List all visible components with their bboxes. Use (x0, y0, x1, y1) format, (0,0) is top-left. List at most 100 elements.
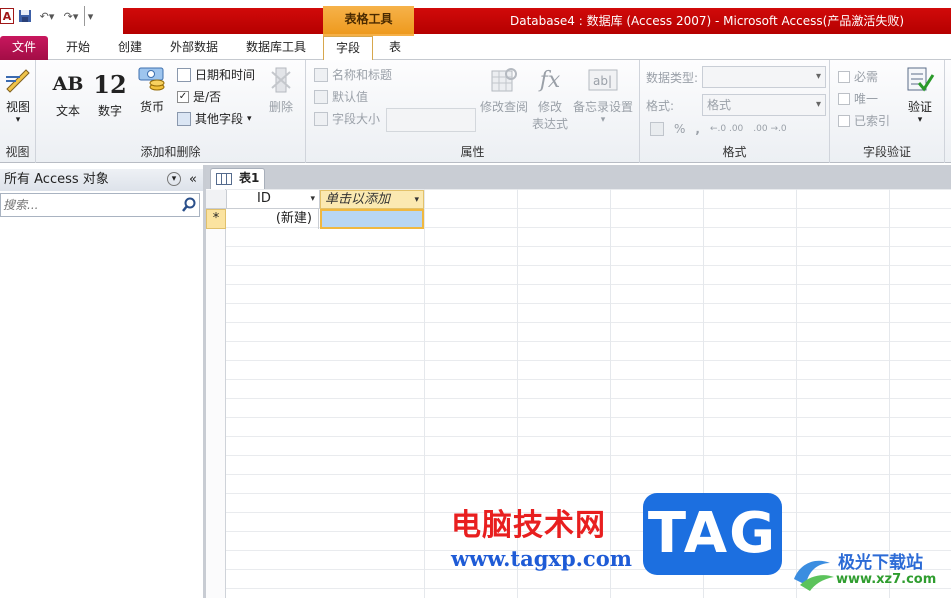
view-dropdown-icon: ▾ (15, 115, 21, 125)
name-caption-label: 名称和标题 (332, 68, 393, 82)
unique-label: 唯一 (854, 92, 879, 106)
memo-settings-button[interactable]: ab| 备忘录设置 ▾ (570, 66, 636, 125)
column-header-id[interactable]: ID ▾ (227, 190, 320, 209)
tab-create[interactable]: 创建 (108, 36, 152, 60)
yesno-label: 是/否 (193, 90, 222, 104)
nav-pane-header[interactable]: 所有 Access 对象 ▾ « (0, 169, 203, 191)
click-to-add-header[interactable]: 单击以添加 ▾ (320, 190, 424, 209)
save-icon[interactable] (16, 6, 34, 26)
record-selector-column (206, 189, 226, 598)
grid-line (796, 189, 797, 598)
currency-field-button[interactable]: 货币 (134, 66, 170, 115)
unique-check-icon (838, 92, 850, 105)
yesno-field-button[interactable]: ✓ 是/否 (177, 88, 221, 105)
nav-pane-collapse-icon[interactable]: « (189, 169, 197, 191)
name-caption-icon (314, 67, 328, 82)
text-field-button[interactable]: AB 文本 (50, 70, 86, 119)
modify-expression-button[interactable]: fx 修改 表达式 (530, 66, 570, 132)
required-checkbox[interactable]: 必需 (838, 68, 878, 85)
tab-field[interactable]: 字段 (323, 36, 373, 61)
customize-qat-icon[interactable]: ▾ (84, 6, 96, 26)
number-field-icon: 12 (93, 69, 127, 99)
group-properties: 名称和标题 默认值 字段大小 修改查阅 fx 修改 表达式 ab| 备忘录设置 … (306, 60, 640, 163)
select-all-corner[interactable] (206, 190, 227, 209)
more-fields-button[interactable]: 其他字段 ▾ (177, 110, 252, 127)
new-record-row[interactable]: * (新建) (206, 209, 951, 229)
indexed-label: 已索引 (854, 114, 891, 128)
tab-database-tools[interactable]: 数据库工具 (236, 36, 316, 60)
group-views: 视图 ▾ 视图 (0, 60, 36, 163)
ribbon-tabs: 文件 开始 创建 外部数据 数据库工具 字段 表 (0, 34, 951, 61)
validation-dropdown-icon: ▾ (917, 115, 923, 125)
datetime-field-button[interactable]: 日期和时间 (177, 66, 255, 83)
tab-table[interactable]: 表 (376, 36, 414, 60)
modify-lookups-icon (489, 66, 519, 94)
datatype-select[interactable] (702, 66, 826, 88)
document-tab-label: 表1 (239, 171, 260, 185)
search-icon[interactable] (181, 197, 197, 213)
delete-field-button[interactable]: 删除 (264, 66, 298, 115)
format-select[interactable]: 格式 (702, 94, 826, 116)
view-label: 视图 (5, 100, 30, 114)
tab-file[interactable]: 文件 (0, 36, 48, 60)
watermark-site-name: 电脑技术网 (451, 508, 606, 543)
title-bar: A ↶▾ ↷▾ ▾ 表格工具 Database4 : 数据库 (Access 2… (0, 0, 951, 34)
undo-icon[interactable]: ↶▾ (36, 6, 58, 26)
nav-search-input[interactable] (3, 196, 179, 214)
indexed-checkbox[interactable]: 已索引 (838, 112, 890, 129)
nav-pane-title: 所有 Access 对象 (4, 172, 109, 187)
currency-icon (137, 66, 167, 94)
validation-button[interactable]: 验证 ▾ (902, 66, 938, 125)
group-label-add-delete: 添加和删除 (140, 145, 201, 159)
default-value-button[interactable]: 默认值 (314, 88, 368, 105)
comma-format-button[interactable]: , (695, 122, 700, 136)
view-button[interactable]: 视图 ▾ (2, 66, 34, 125)
table-icon (216, 173, 232, 185)
currency-format-icon[interactable] (650, 122, 664, 136)
modify-lookups-label: 修改查阅 (479, 100, 528, 114)
field-size-input[interactable] (386, 108, 476, 132)
memo-icon: ab| (588, 66, 618, 94)
name-caption-button[interactable]: 名称和标题 (314, 66, 392, 83)
ribbon: 视图 ▾ 视图 AB 文本 12 数字 货币 日期和时间 ✓ 是/否 其他字段 … (0, 60, 951, 163)
number-field-button[interactable]: 12 数字 (92, 70, 128, 119)
new-record-id-cell[interactable]: (新建) (227, 209, 319, 229)
memo-dropdown-icon: ▾ (600, 115, 606, 125)
new-record-add-cell[interactable] (320, 209, 424, 229)
sort-dropdown-icon[interactable]: ▾ (310, 190, 315, 208)
more-fields-icon (177, 111, 191, 126)
group-field-validation: 必需 唯一 已索引 验证 ▾ 字段验证 (830, 60, 945, 163)
modify-lookups-button[interactable]: 修改查阅 (478, 66, 530, 115)
redo-icon[interactable]: ↷▾ (60, 6, 82, 26)
currency-field-label: 货币 (139, 100, 164, 114)
grid-line (424, 189, 425, 598)
tab-home[interactable]: 开始 (56, 36, 100, 60)
field-size-icon (314, 111, 328, 126)
function-icon: fx (539, 67, 561, 93)
column-header-row: ID ▾ 单击以添加 ▾ (206, 190, 951, 209)
new-record-marker[interactable]: * (206, 209, 226, 229)
tab-external-data[interactable]: 外部数据 (160, 36, 228, 60)
watermark-logo-url: www.xz7.com (836, 572, 937, 587)
navigation-pane: 所有 Access 对象 ▾ « (0, 165, 206, 598)
grid-line (610, 189, 611, 598)
group-label-properties: 属性 (460, 145, 485, 159)
nav-pane-menu-icon[interactable]: ▾ (167, 172, 181, 186)
delete-label: 删除 (268, 100, 293, 114)
field-size-row: 字段大小 (314, 110, 380, 127)
document-tab-table1[interactable]: 表1 (210, 168, 265, 189)
unique-checkbox[interactable]: 唯一 (838, 90, 878, 107)
more-fields-label: 其他字段 (195, 112, 244, 126)
default-value-label: 默认值 (332, 90, 369, 104)
access-app-icon[interactable]: A (0, 8, 14, 24)
watermark-tag-logo: TAG (643, 493, 782, 575)
more-fields-dropdown-icon: ▾ (247, 113, 252, 124)
decrease-decimals-icon[interactable]: .00 →.0 (753, 124, 786, 134)
increase-decimals-icon[interactable]: ←.0 .00 (710, 124, 743, 134)
add-field-dropdown-icon[interactable]: ▾ (414, 191, 419, 209)
group-label-field-validation: 字段验证 (862, 145, 911, 159)
indexed-check-icon (838, 114, 850, 127)
window-title: Database4 : 数据库 (Access 2007) - Microsof… (510, 14, 905, 28)
format-label: 格式: (646, 99, 675, 113)
percent-format-button[interactable]: % (674, 122, 685, 136)
